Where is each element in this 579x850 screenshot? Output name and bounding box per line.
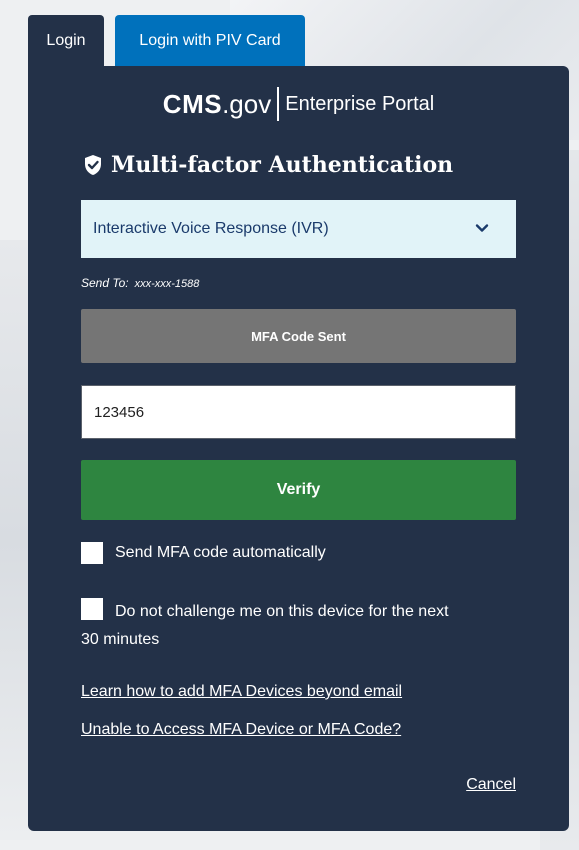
login-panel: CMS .gov Enterprise Portal Multi-factor A…: [28, 66, 569, 831]
no-challenge-checkbox[interactable]: [81, 598, 103, 620]
auto-send-checkbox[interactable]: [81, 542, 103, 564]
page-title-text: Multi-factor Authentication: [111, 152, 454, 178]
mfa-code-input[interactable]: [81, 385, 516, 439]
verify-button[interactable]: Verify: [81, 460, 516, 520]
no-challenge-label-line2: 30 minutes: [81, 631, 160, 648]
tab-login[interactable]: Login: [28, 15, 104, 66]
send-to-label: Send To:: [81, 276, 129, 290]
auto-send-option: Send MFA code automatically: [81, 542, 326, 564]
cms-logo: CMS .gov Enterprise Portal: [28, 86, 569, 122]
tab-login-piv[interactable]: Login with PIV Card: [115, 15, 305, 66]
send-to-info: Send To: xxx-xxx-1588: [81, 276, 199, 290]
shield-check-icon: [85, 155, 101, 175]
logo-gov: .gov: [222, 88, 272, 119]
logo-divider: [277, 87, 280, 121]
chevron-down-icon: [475, 224, 489, 232]
mfa-device-selected: Interactive Voice Response (IVR): [93, 220, 329, 237]
learn-add-mfa-devices-link[interactable]: Learn how to add MFA Devices beyond emai…: [81, 683, 402, 701]
mfa-code-sent-button[interactable]: MFA Code Sent: [81, 309, 516, 363]
logo-cms: CMS: [162, 88, 223, 119]
send-to-number: xxx-xxx-1588: [134, 278, 200, 290]
auto-send-label: Send MFA code automatically: [115, 544, 326, 561]
no-challenge-option: Do not challenge me on this device for t…: [81, 598, 516, 654]
page-title: Multi-factor Authentication: [83, 150, 453, 180]
mfa-device-select[interactable]: Interactive Voice Response (IVR): [81, 200, 516, 258]
logo-enterprise-portal: Enterprise Portal: [285, 92, 435, 115]
cancel-link[interactable]: Cancel: [466, 776, 516, 794]
no-challenge-label-line1: Do not challenge me on this device for t…: [115, 603, 449, 620]
unable-access-mfa-link[interactable]: Unable to Access MFA Device or MFA Code?: [81, 721, 401, 739]
